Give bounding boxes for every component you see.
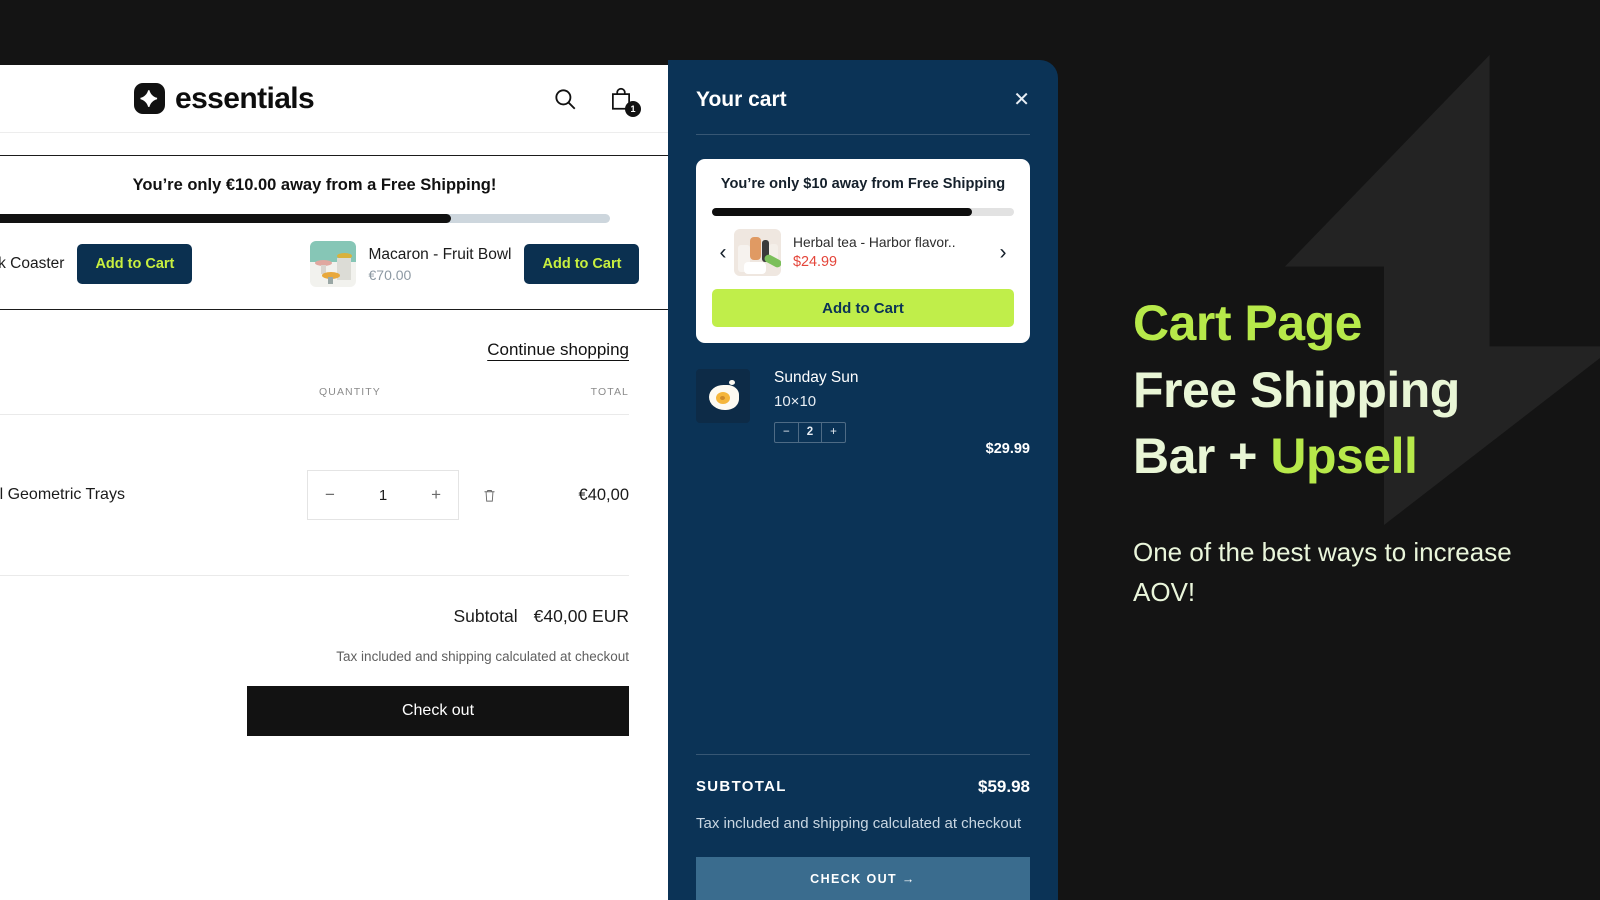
drawer-item-variant: 10×10	[774, 393, 817, 410]
drawer-header: Your cart ✕	[668, 60, 1058, 112]
store-header: essentials 1	[0, 65, 681, 133]
cart-table: QUANTITY TOTAL Colorful Geometric Trays …	[0, 386, 629, 575]
drawer-upsell-card: You’re only $10 away from Free Shipping …	[696, 159, 1030, 343]
drawer-footer: SUBTOTAL $59.98 Tax included and shippin…	[668, 753, 1058, 900]
promo-line-2: Free Shipping	[1133, 361, 1460, 418]
drawer-upsell-thumbnail	[734, 229, 781, 276]
screenshot-canvas: essentials 1 You’re only €10.00 away fro…	[0, 0, 1600, 900]
page-title: Cart Page Free Shipping Bar + Upsell	[1133, 290, 1573, 490]
drawer-progress-track	[712, 208, 1014, 216]
brand-name: essentials	[175, 81, 315, 115]
drawer-progress-fill	[712, 208, 972, 216]
upsell-product-1-text: ed Desk Coaster	[0, 255, 64, 273]
drawer-upsell-add-to-cart-button[interactable]: Add to Cart	[712, 289, 1014, 327]
drawer-checkout-button[interactable]: CHECK OUT →	[696, 857, 1030, 900]
upsell-product-2-text: Macaron - Fruit Bowl €70.00	[369, 246, 512, 283]
sparkle-icon	[134, 83, 165, 114]
chevron-left-icon[interactable]: ‹	[712, 242, 734, 263]
promo-line-3a: Bar +	[1133, 428, 1271, 484]
drawer-item-list: Sunday Sun 10×10 − 2 + $29.99	[668, 343, 1058, 754]
quantity-value: 1	[378, 486, 388, 504]
tax-note: Tax included and shipping calculated at …	[336, 649, 629, 664]
list-item: Sunday Sun 10×10 − 2 + $29.99	[696, 369, 1030, 457]
promo-line-1: Cart Page	[1133, 295, 1362, 351]
drawer-upsell-product-price: $24.99	[793, 254, 838, 270]
quantity-decrement-button[interactable]: −	[325, 485, 335, 505]
promo-block: Cart Page Free Shipping Bar + Upsell One…	[1133, 290, 1573, 612]
drawer-tax-note: Tax included and shipping calculated at …	[696, 814, 1022, 832]
upsell-product-2-thumbnail	[309, 241, 356, 287]
upsell-product-2-name: Macaron - Fruit Bowl	[368, 245, 512, 263]
drawer-subtotal-label: SUBTOTAL	[696, 778, 787, 796]
cart-item-total: €40,00	[578, 485, 629, 504]
upsell-product-2-price: €70.00	[368, 266, 412, 283]
drawer-quantity-decrement-button[interactable]: −	[775, 423, 798, 442]
cart-footer: Subtotal €40,00 EUR Tax included and ship…	[0, 575, 629, 736]
free-shipping-progress-track	[0, 214, 610, 223]
free-shipping-message: You’re only €10.00 away from a Free Ship…	[132, 176, 497, 194]
cart-count-badge: 1	[625, 100, 641, 117]
subtotal-label: Subtotal	[453, 606, 518, 626]
drawer-item-name: Sunday Sun	[774, 369, 859, 386]
cart-table-header: QUANTITY TOTAL	[0, 386, 629, 414]
continue-shopping-link[interactable]: Continue shopping	[487, 340, 629, 359]
subtotal-line: Subtotal €40,00 EUR	[0, 606, 629, 627]
shopping-bag-icon[interactable]: 1	[608, 86, 641, 117]
drawer-header-divider	[696, 134, 1030, 135]
close-icon[interactable]: ✕	[1013, 90, 1030, 110]
column-header-total: TOTAL	[590, 386, 629, 398]
drawer-item-thumbnail	[696, 369, 750, 423]
cart-item-name: Colorful Geometric Trays	[0, 486, 125, 503]
table-row: Colorful Geometric Trays − 1 + €40,00	[0, 414, 629, 575]
drawer-item-price: $29.99	[985, 441, 1030, 457]
subtotal-value: €40,00 EUR	[533, 606, 629, 626]
brand-logo[interactable]: essentials	[134, 81, 315, 116]
storefront-cart-page: essentials 1 You’re only €10.00 away fro…	[0, 65, 681, 900]
upsell-product-1-add-to-cart-button[interactable]: Add to Cart	[77, 244, 193, 284]
cart-drawer: Your cart ✕ You’re only $10 away from Fr…	[668, 60, 1058, 900]
drawer-subtotal-value: $59.98	[978, 776, 1030, 796]
drawer-upsell-product-name: Herbal tea - Harbor flavor..	[793, 235, 956, 250]
header-icons: 1	[552, 86, 641, 117]
drawer-subtotal-row: SUBTOTAL $59.98	[696, 755, 1030, 797]
free-shipping-upsell-bar: You’re only €10.00 away from a Free Ship…	[0, 155, 681, 310]
promo-line-3b: Upsell	[1270, 428, 1418, 484]
upsell-product-2: Macaron - Fruit Bowl €70.00 Add to Cart	[309, 241, 671, 287]
continue-shopping-wrap: Continue shopping	[0, 310, 681, 360]
upsell-product-2-add-to-cart-button[interactable]: Add to Cart	[524, 244, 640, 284]
quantity-stepper[interactable]: − 1 +	[307, 470, 459, 520]
drawer-quantity-stepper[interactable]: − 2 +	[774, 422, 846, 443]
drawer-item-body: Sunday Sun 10×10 − 2 +	[750, 369, 986, 443]
upsell-product-1-name: ed Desk Coaster	[0, 255, 65, 272]
quantity-increment-button[interactable]: +	[431, 485, 441, 505]
drawer-title: Your cart	[696, 88, 787, 111]
chevron-right-icon[interactable]: ›	[992, 242, 1014, 263]
free-shipping-progress-fill	[0, 214, 452, 223]
trash-icon[interactable]	[459, 487, 519, 504]
upsell-product-1: ed Desk Coaster Add to Cart	[0, 244, 310, 284]
column-header-quantity: QUANTITY	[319, 386, 381, 398]
upsell-product-list: ed Desk Coaster Add to Cart Macaron - Fr…	[0, 241, 680, 287]
drawer-upsell-product-row: ‹ Herbal tea - Harbor flavor.. $24.99 ›	[712, 229, 1014, 276]
drawer-upsell-info: Herbal tea - Harbor flavor.. $24.99	[781, 235, 992, 270]
drawer-quantity-value: 2	[797, 423, 823, 442]
drawer-free-shipping-message: You’re only $10 away from Free Shipping	[720, 176, 1006, 192]
search-icon[interactable]	[552, 86, 578, 112]
drawer-quantity-increment-button[interactable]: +	[822, 423, 845, 442]
checkout-button[interactable]: Check out	[247, 686, 629, 736]
promo-body: One of the best ways to increase AOV!	[1133, 536, 1512, 607]
